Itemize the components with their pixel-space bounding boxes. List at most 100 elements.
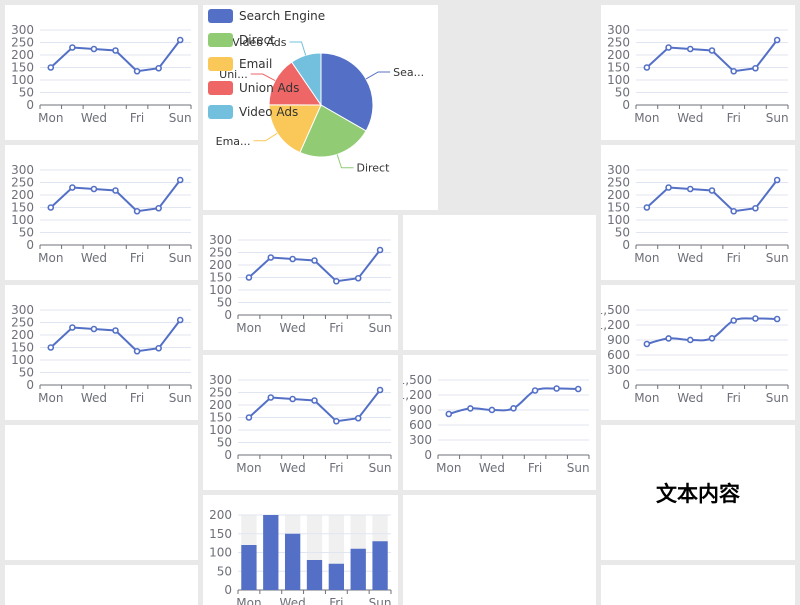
data-point: [133, 207, 141, 215]
y-tick-label: 1,200: [601, 318, 630, 332]
data-point: [176, 36, 184, 44]
bar: [241, 545, 257, 590]
data-point: [488, 406, 496, 414]
data-point: [333, 277, 340, 285]
y-tick-label: 0: [26, 98, 34, 112]
y-tick-label: 150: [11, 201, 34, 215]
data-point: [730, 207, 738, 215]
pie-slice-label: Ema...: [216, 135, 251, 148]
y-tick-label: 250: [209, 246, 232, 260]
y-tick-label: 250: [607, 36, 630, 50]
y-tick-label: 50: [217, 436, 232, 450]
data-point: [354, 274, 362, 282]
pie-chart: Sea...DirectEma...Uni...Video AdsSearch …: [208, 9, 424, 175]
legend-swatch: [208, 81, 233, 95]
x-tick-label: Fri: [329, 596, 343, 605]
data-point: [467, 405, 474, 412]
y-tick-label: 200: [607, 48, 630, 62]
y-tick-label: 200: [11, 48, 34, 62]
y-tick-label: 150: [607, 201, 630, 215]
data-point: [708, 187, 716, 194]
data-point: [112, 327, 119, 334]
y-tick-label: 200: [209, 508, 232, 522]
data-point: [665, 44, 672, 51]
line-chart: 050100150200250300 Mon Wed Fri Sun: [11, 163, 192, 265]
text-panel: 文本内容: [601, 425, 795, 560]
empty-panel: [601, 565, 795, 605]
x-tick-label: Fri: [528, 461, 542, 475]
y-tick-label: 0: [26, 238, 34, 252]
x-tick-label: Mon: [236, 596, 261, 605]
line-chart: 050100150200250300 Mon Wed Fri Sun: [607, 23, 789, 125]
y-tick-label: 300: [409, 433, 432, 447]
data-point: [90, 185, 98, 193]
data-point: [90, 325, 98, 333]
data-point: [289, 255, 296, 263]
data-point: [686, 185, 694, 193]
chart-panel-line-7: 0 50 100 150 200 250 300 Mon Wed Fri Sun: [601, 145, 795, 280]
data-point: [133, 347, 141, 355]
y-tick-label: 200: [11, 188, 34, 202]
x-tick-label: Wed: [280, 321, 306, 335]
pie-label-line: [253, 132, 278, 142]
x-tick-label: Mon: [236, 321, 261, 335]
y-tick-label: 150: [209, 271, 232, 285]
legend-swatch: [208, 57, 233, 71]
data-point: [69, 184, 76, 191]
x-tick-label: Wed: [479, 461, 505, 475]
data-point: [245, 414, 253, 421]
y-tick-label: 150: [11, 61, 34, 75]
y-tick-label: 300: [11, 23, 34, 37]
text-content: 文本内容: [656, 481, 740, 506]
chart-panel-line-smooth-1: 03006009001,2001,500 Mon Wed Fri Sun: [403, 355, 596, 490]
y-tick-label: 50: [217, 564, 232, 578]
y-tick-label: 0: [622, 98, 630, 112]
data-point: [333, 417, 340, 425]
y-tick-label: 200: [11, 328, 34, 342]
legend-label: Email: [239, 57, 272, 71]
y-tick-label: 300: [607, 363, 630, 377]
y-tick-label: 50: [615, 86, 630, 100]
y-tick-label: 1,500: [601, 303, 630, 317]
y-tick-label: 0: [622, 238, 630, 252]
data-point: [311, 257, 318, 264]
bar: [263, 515, 279, 590]
data-point: [730, 67, 738, 75]
bar: [350, 548, 366, 590]
data-point: [643, 204, 651, 211]
y-tick-label: 300: [209, 233, 232, 247]
chart-panel-line-5: 0 50 100 150 200 250 300 Mon Wed Fri Sun: [203, 355, 398, 490]
line-chart: 050100150200250300 Mon Wed Fri Sun: [607, 163, 788, 265]
x-tick-label: Fri: [329, 461, 343, 475]
bar: [284, 533, 301, 590]
x-tick-label: Sun: [169, 111, 192, 125]
chart-panel-pie: Sea... Direct Ema... Uni... Video Ads Search …: [203, 5, 438, 210]
line-chart: 03006009001,2001,500 Mon Wed Fri Sun: [403, 373, 590, 475]
bar-chart: 0 50 100 150 200 Mon Wed Fri Sun: [209, 508, 392, 605]
x-tick-label: Sun: [369, 596, 392, 605]
x-tick-label: Sun: [766, 111, 789, 125]
line-chart: 050100150200250300 Mon Wed Fri Sun: [209, 373, 392, 475]
data-point: [176, 316, 184, 324]
data-point: [686, 45, 694, 53]
data-point: [354, 414, 362, 422]
data-point: [574, 385, 582, 393]
data-point: [730, 317, 738, 324]
y-tick-label: 200: [607, 188, 630, 202]
x-tick-label: Wed: [81, 111, 107, 125]
data-point: [773, 315, 781, 323]
x-tick-label: Mon: [634, 391, 659, 405]
x-tick-label: Fri: [329, 321, 343, 335]
y-tick-label: 250: [607, 176, 630, 190]
data-point: [176, 176, 184, 184]
data-point: [752, 204, 759, 212]
y-tick-label: 300: [11, 163, 34, 177]
x-tick-label: Sun: [169, 251, 192, 265]
data-point: [531, 387, 539, 394]
x-tick-label: Wed: [280, 461, 306, 475]
data-point: [643, 340, 651, 348]
legend-label: Video Ads: [239, 105, 298, 119]
y-tick-label: 0: [224, 308, 232, 322]
data-point: [245, 274, 253, 281]
x-tick-label: Sun: [369, 321, 392, 335]
